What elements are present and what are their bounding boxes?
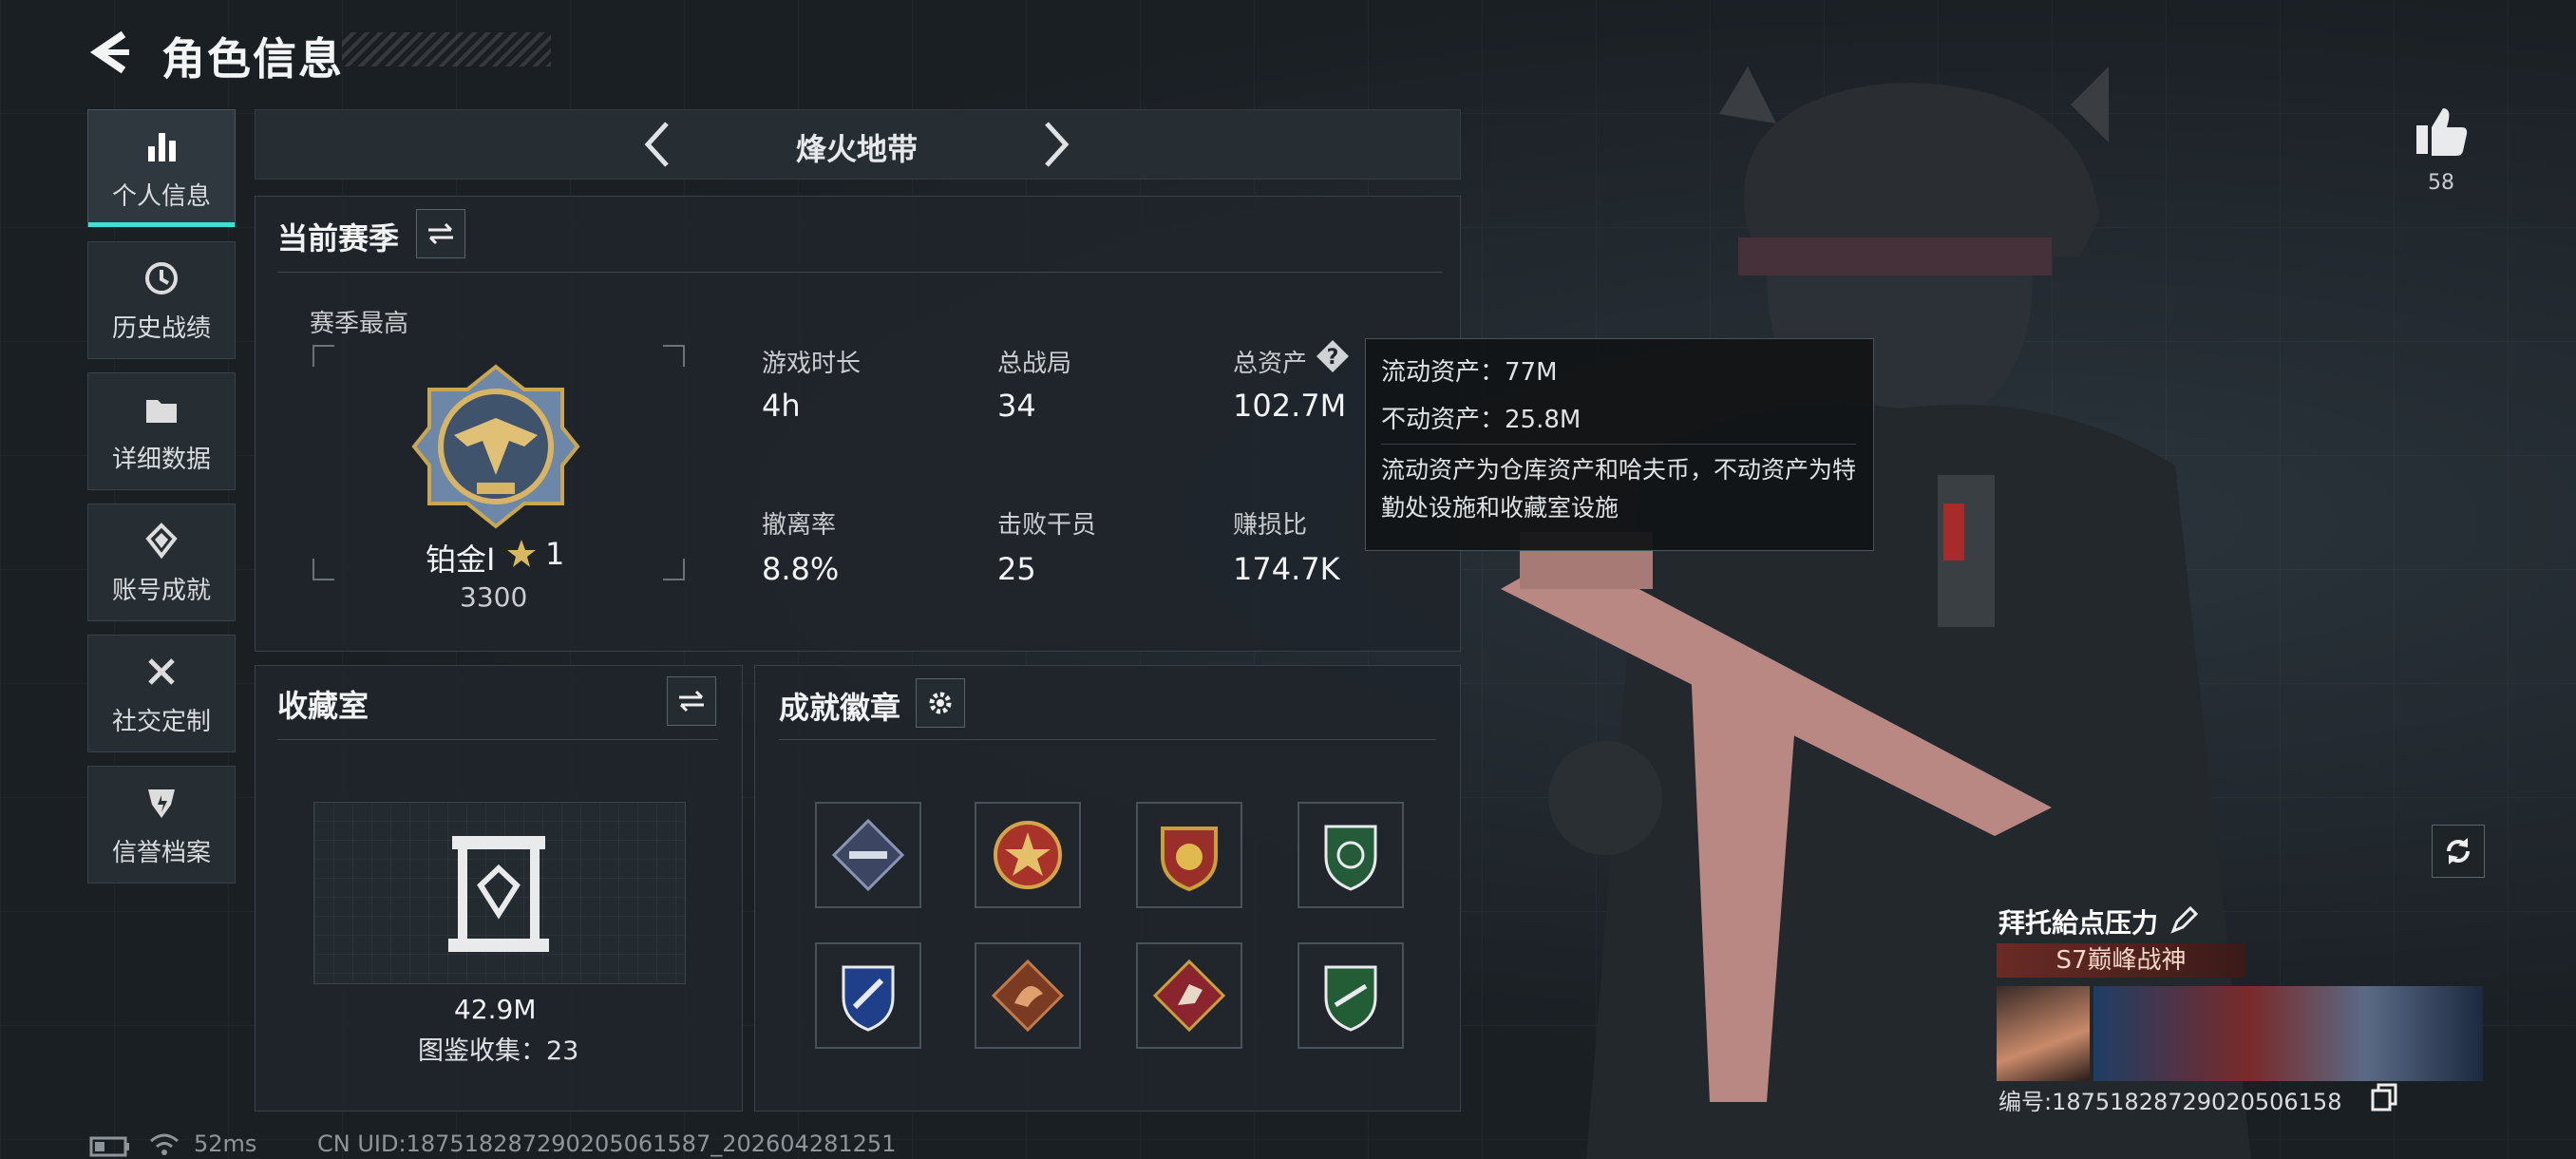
achievement-badge[interactable] bbox=[815, 802, 921, 908]
shield-stars-badge-icon bbox=[1161, 826, 1218, 892]
divider bbox=[1381, 444, 1856, 445]
stat-label-profit-ratio: 赚损比 bbox=[1233, 511, 1308, 540]
wifi-icon bbox=[150, 1133, 179, 1155]
like-count: 58 bbox=[2428, 171, 2454, 195]
back-arrow-icon[interactable] bbox=[87, 28, 135, 76]
star-medal-badge-icon bbox=[994, 821, 1062, 889]
stat-label-total-assets: 总资产 bbox=[1233, 350, 1308, 378]
stat-value-kills: 25 bbox=[997, 551, 1036, 587]
achievement-badge[interactable] bbox=[975, 802, 1081, 908]
player-id: 编号:18751828729020506158 bbox=[1998, 1089, 2342, 1115]
sidebar-item-detail-data[interactable]: 详细数据 bbox=[87, 372, 236, 490]
refresh-icon bbox=[2447, 838, 2470, 864]
svg-text:?: ? bbox=[1327, 346, 1339, 370]
tooltip-description: 流动资产为仓库资产和哈夫币，不动资产为特勤处设施和收藏室设施 bbox=[1381, 456, 1857, 522]
sidebar-item-label: 信誉档案 bbox=[111, 838, 211, 867]
achievement-badge[interactable] bbox=[1136, 802, 1242, 908]
player-name: 拜托給点压力 bbox=[1998, 907, 2159, 939]
copy-icon[interactable] bbox=[2371, 1083, 2397, 1112]
tooltip-fixed-assets: 不动资产：25.8M bbox=[1381, 406, 1582, 434]
star-icon bbox=[507, 540, 536, 567]
chevron-right-icon[interactable] bbox=[1037, 118, 1075, 171]
stat-label-total-matches: 总战局 bbox=[997, 350, 1072, 378]
season-best-label: 赛季最高 bbox=[310, 310, 409, 338]
battery-icon bbox=[89, 1136, 129, 1157]
sidebar-item-achievements[interactable]: 账号成就 bbox=[87, 504, 236, 621]
like-thumbs-up-icon[interactable] bbox=[2413, 103, 2470, 160]
divider bbox=[779, 739, 1436, 740]
swap-icon bbox=[428, 222, 453, 245]
bar-chart-icon bbox=[141, 125, 182, 167]
rank-score: 3300 bbox=[460, 581, 528, 613]
achievement-icon bbox=[141, 520, 182, 561]
divider bbox=[277, 739, 718, 740]
achievement-badge[interactable] bbox=[1297, 802, 1404, 908]
stat-value-extract-rate: 8.8% bbox=[762, 551, 840, 587]
edit-pencil-icon[interactable] bbox=[2169, 906, 2198, 935]
green-gun-badge-icon bbox=[1324, 965, 1377, 1032]
tooltip-liquid-assets: 流动资产：77M bbox=[1381, 358, 1558, 387]
runner-badge-icon bbox=[1152, 959, 1226, 1033]
tools-icon bbox=[141, 651, 182, 693]
sidebar-item-label: 个人信息 bbox=[111, 181, 211, 211]
display-case-icon bbox=[448, 836, 549, 952]
sidebar-item-credit[interactable]: 信誉档案 bbox=[87, 766, 236, 884]
achievement-badge[interactable] bbox=[1136, 942, 1242, 1049]
stat-label-extract-rate: 撤离率 bbox=[762, 511, 837, 540]
swap-icon bbox=[679, 690, 704, 712]
stat-value-profit-ratio: 174.7K bbox=[1233, 551, 1340, 587]
achievement-badge[interactable] bbox=[1297, 942, 1404, 1049]
sidebar-item-personal-info[interactable]: 个人信息 bbox=[87, 109, 236, 227]
dragon-badge-icon bbox=[991, 959, 1065, 1033]
assets-tooltip: 流动资产：77M 不动资产：25.8M 流动资产为仓库资产和哈夫币，不动资产为特… bbox=[1365, 338, 1874, 551]
stat-value-total-matches: 34 bbox=[997, 388, 1036, 424]
swap-season-button[interactable] bbox=[416, 209, 465, 258]
collection-value: 42.9M bbox=[454, 994, 537, 1025]
blue-wrench-badge-icon bbox=[842, 965, 895, 1032]
swap-collection-button[interactable] bbox=[667, 676, 716, 726]
sidebar-item-label: 详细数据 bbox=[111, 445, 211, 474]
mode-tab-title: 烽火地带 bbox=[795, 131, 918, 167]
rank-name: 铂金Ⅰ bbox=[426, 542, 496, 578]
sidebar-item-label: 历史战绩 bbox=[111, 314, 211, 343]
rank-star-count: 1 bbox=[545, 536, 565, 572]
stat-value-total-assets: 102.7M bbox=[1233, 388, 1347, 424]
folder-icon bbox=[141, 389, 182, 430]
platinum-rank-emblem bbox=[411, 364, 580, 529]
current-season-title: 当前赛季 bbox=[277, 220, 400, 256]
title-tag: S7巅峰战神 bbox=[1997, 943, 2245, 978]
sidebar-item-social[interactable]: 社交定制 bbox=[87, 635, 236, 752]
collection-count: 图鉴收集：23 bbox=[418, 1036, 579, 1066]
page-title: 角色信息 bbox=[161, 33, 344, 85]
blade-diamond-badge-icon bbox=[831, 818, 905, 892]
collection-room-title: 收藏室 bbox=[277, 688, 369, 724]
stat-value-play-time: 4h bbox=[762, 388, 801, 424]
help-icon[interactable]: ? bbox=[1315, 338, 1351, 374]
stat-label-play-time: 游戏时长 bbox=[762, 350, 862, 378]
green-shield-badge-icon bbox=[1324, 825, 1377, 891]
shield-icon bbox=[141, 782, 182, 824]
uid-text: CN UID:18751828729020506158​7_2026042812… bbox=[317, 1130, 897, 1157]
sidebar-item-history[interactable]: 历史战绩 bbox=[87, 241, 236, 359]
achievement-badge[interactable] bbox=[815, 942, 921, 1049]
stat-label-kills: 击败干员 bbox=[997, 511, 1097, 540]
avatar[interactable] bbox=[1997, 986, 2090, 1081]
name-card-banner[interactable] bbox=[2093, 986, 2483, 1081]
gear-icon bbox=[929, 692, 952, 714]
achievement-badge[interactable] bbox=[975, 942, 1081, 1049]
achievements-settings-button[interactable] bbox=[916, 678, 965, 728]
history-icon bbox=[141, 257, 182, 299]
sidebar-item-label: 社交定制 bbox=[111, 707, 211, 736]
sidebar-item-label: 账号成就 bbox=[111, 576, 211, 605]
title-decoration bbox=[342, 32, 551, 66]
refresh-button[interactable] bbox=[2432, 825, 2485, 878]
ping-text: 52ms bbox=[194, 1130, 257, 1157]
achievements-title: 成就徽章 bbox=[779, 690, 901, 726]
divider bbox=[277, 272, 1442, 273]
